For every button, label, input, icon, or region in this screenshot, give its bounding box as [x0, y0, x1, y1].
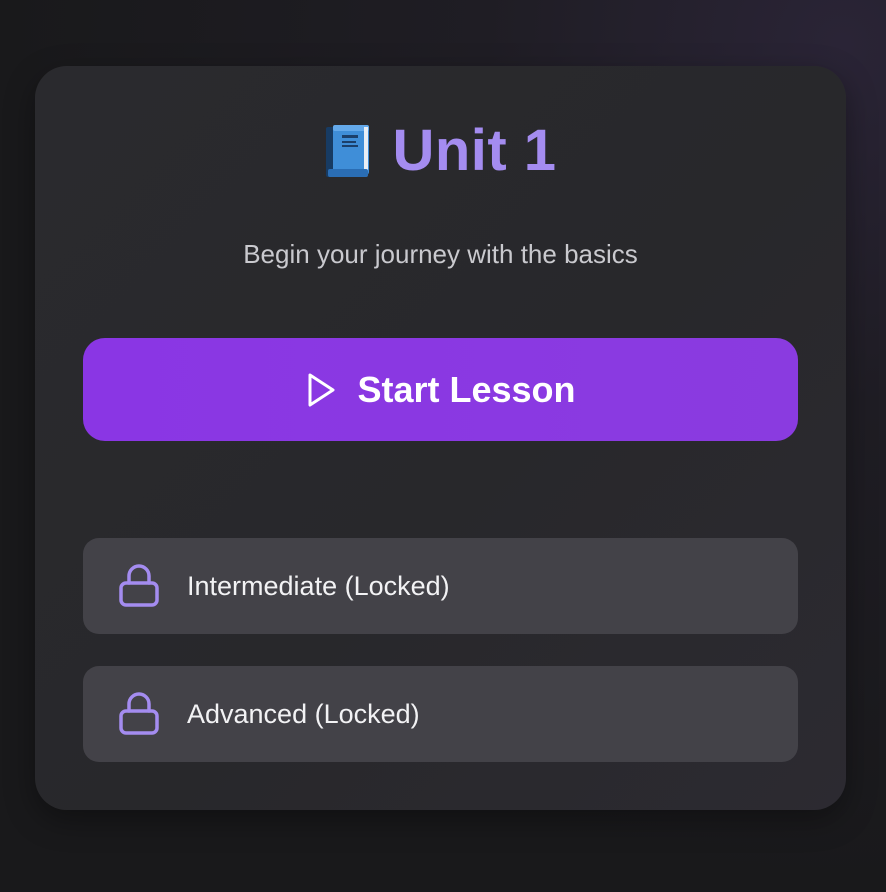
unit-card: Unit 1 Begin your journey with the basic…	[35, 66, 846, 810]
lock-icon	[118, 563, 160, 609]
locked-level-intermediate[interactable]: Intermediate (Locked)	[83, 538, 798, 634]
locked-level-label: Advanced (Locked)	[187, 699, 420, 729]
blue-book-icon	[324, 123, 372, 179]
unit-title: Unit 1	[392, 118, 557, 183]
unit-subtitle: Begin your journey with the basics	[243, 239, 638, 269]
lock-icon	[118, 691, 160, 737]
start-lesson-label: Start Lesson	[357, 368, 576, 410]
start-lesson-button[interactable]: Start Lesson	[83, 338, 798, 441]
locked-level-advanced[interactable]: Advanced (Locked)	[83, 666, 798, 762]
unit-header: Unit 1	[35, 118, 846, 184]
locked-level-label: Intermediate (Locked)	[187, 571, 450, 601]
play-icon	[305, 372, 337, 408]
